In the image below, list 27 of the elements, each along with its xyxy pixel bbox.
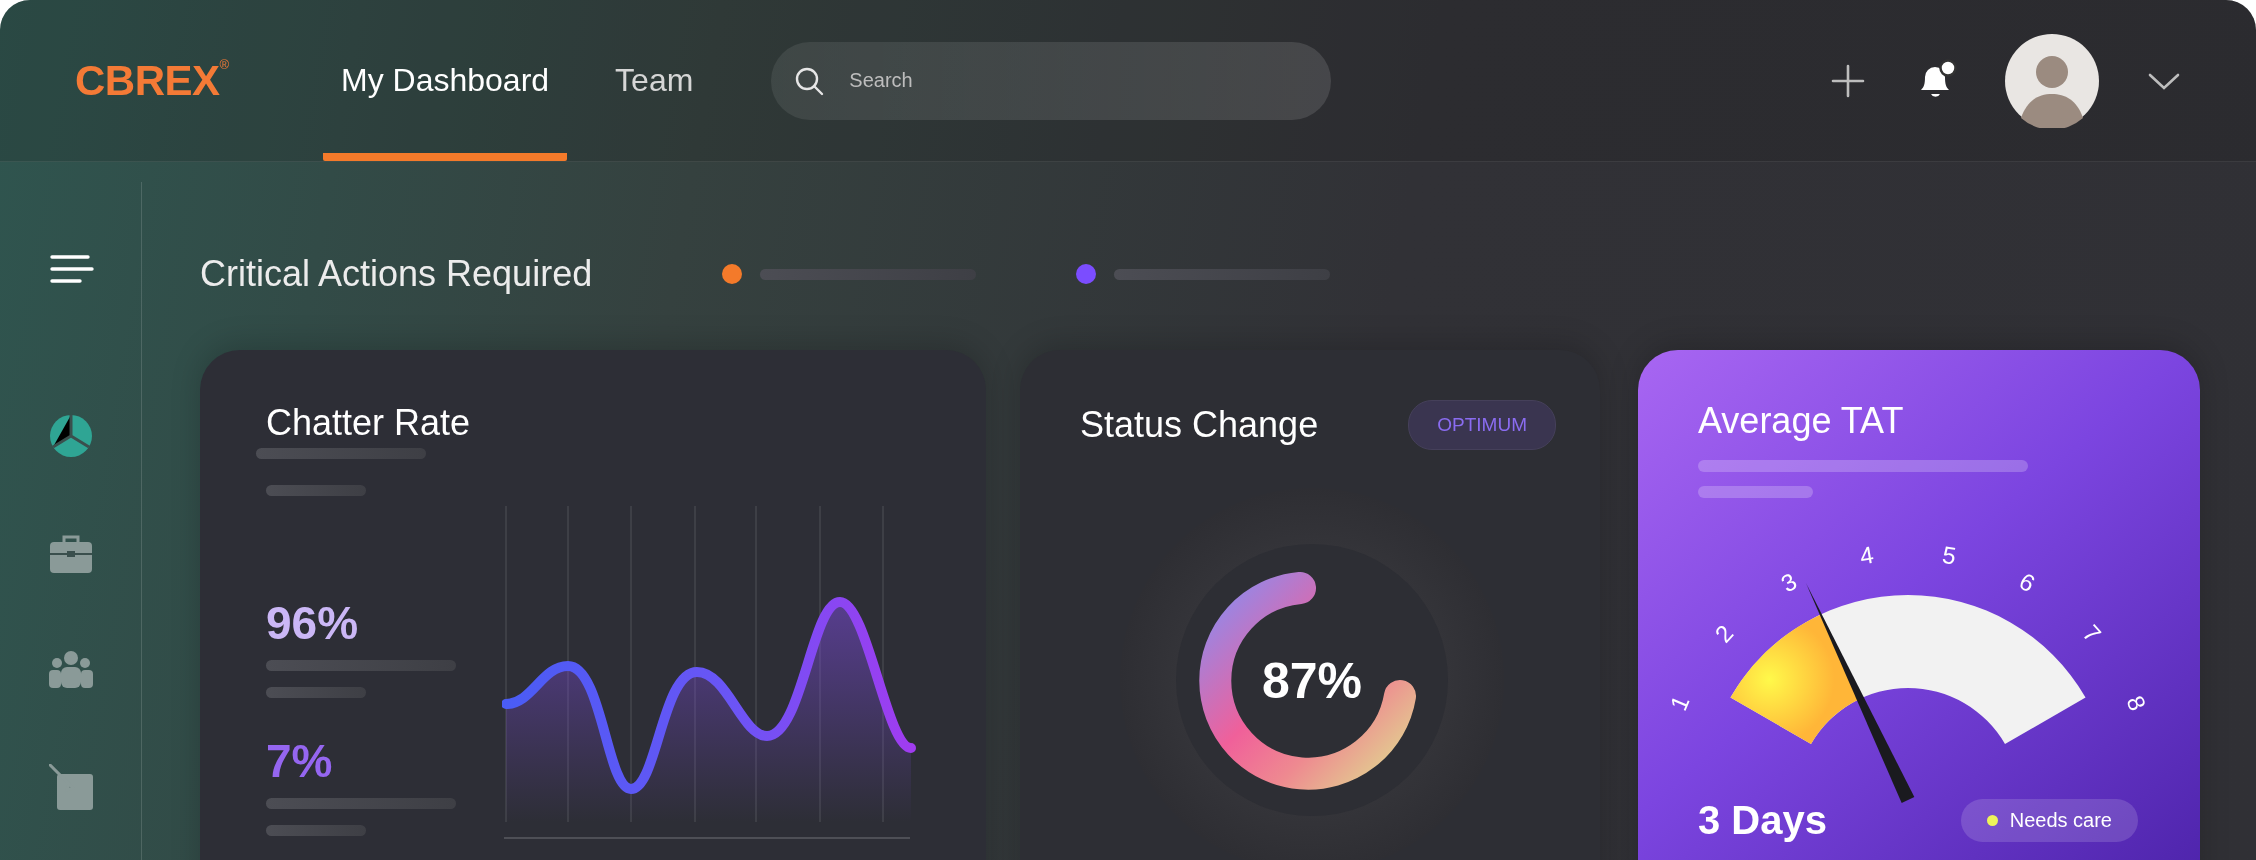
add-icon[interactable]: [1831, 63, 1865, 98]
briefcase-icon[interactable]: [48, 534, 93, 574]
status-badge: OPTIMUM: [1408, 400, 1556, 450]
status-label: Needs care: [2009, 809, 2112, 832]
gauge-label: 6: [2014, 567, 2040, 598]
gauge-label: 3: [1776, 567, 1802, 598]
gauge-label: 7: [2077, 619, 2107, 648]
logo: CBREX$^{®}$: [75, 56, 230, 105]
nav-tab[interactable]: Team: [615, 0, 734, 161]
gauge-label: 8: [2121, 691, 2152, 715]
gauge-label: 1: [1664, 691, 1695, 715]
gauge-label: 4: [1857, 540, 1876, 570]
avatar[interactable]: [2005, 33, 2099, 128]
card-title: Average TAT: [1698, 400, 1905, 442]
stat-value: 96%: [266, 596, 360, 650]
people-icon[interactable]: [48, 650, 93, 688]
section-title: Critical Actions Required: [200, 253, 593, 295]
nav-tab[interactable]: My Dashboard: [323, 0, 568, 161]
card-title: Chatter Rate: [266, 402, 472, 444]
tat-value: 3 Days: [1698, 798, 1827, 843]
gauge-label: 2: [1709, 619, 1739, 648]
gauge-label: 5: [1940, 540, 1959, 570]
pie-chart-icon[interactable]: [48, 414, 93, 458]
donut-value: 87%: [1260, 652, 1364, 710]
menu-icon[interactable]: [50, 254, 94, 284]
stat-value: 7%: [266, 734, 334, 788]
card-title: Status Change: [1080, 404, 1319, 446]
